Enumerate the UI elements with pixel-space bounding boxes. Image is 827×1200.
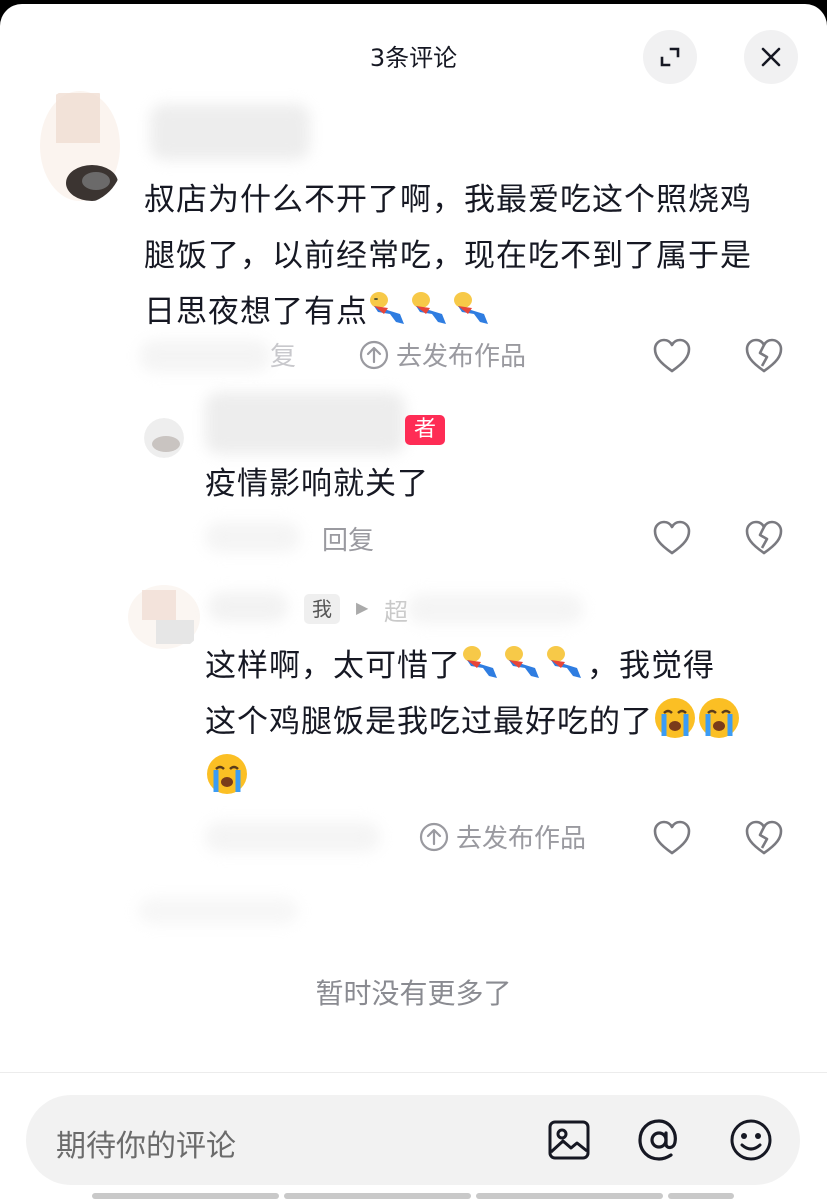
comment-text: 疫情影响就关了 [205,466,429,502]
publish-work-button[interactable]: 去发布作品 [418,818,586,855]
like-icon [653,820,691,855]
reply-label: 复 [270,342,297,372]
like-icon [653,338,691,373]
image-icon[interactable] [546,1117,592,1163]
me-tag: 我 [304,594,340,624]
comment-line [205,750,805,806]
comment-sheet: 3条评论 叔店为什么不开了啊，我最爱吃这个照烧鸡 腿饭了，以前经常吃，现在吃不到… [0,4,827,1200]
dislike-icon [745,820,783,855]
comment-line: 叔店为什么不开了啊，我最爱吃这个照烧鸡 [144,182,752,218]
home-indicator [668,1193,734,1199]
comment-text: 这样啊，太可惜了 ，我觉得 这个鸡腿饭是我吃过最好吃的了 [205,638,805,806]
dislike-button[interactable] [744,818,784,858]
blurred-expand-replies [138,898,298,924]
close-icon [761,47,781,67]
reply-button[interactable]: 复 [270,336,296,373]
publish-work-label: 去发布作品 [456,824,587,854]
at-icon[interactable] [636,1117,682,1163]
author-badge: 者 [405,415,446,445]
publish-icon [419,822,449,851]
dislike-button[interactable] [744,518,784,558]
avatar[interactable] [144,418,184,458]
avatar[interactable] [126,584,202,650]
no-more-note: 暂时没有更多了 [315,977,512,1010]
like-button[interactable] [652,818,692,858]
publish-icon [359,340,389,369]
dislike-icon [745,338,783,373]
comment-line: 腿饭了，以前经常吃，现在吃不到了属于是 [144,238,752,274]
lying-figure-emoji [505,646,539,678]
comment-text: 叔店为什么不开了啊，我最爱吃这个照烧鸡 腿饭了，以前经常吃，现在吃不到了属于是 … [144,172,804,340]
lying-figure-emoji [454,292,488,324]
publish-work-label: 去发布作品 [396,342,527,372]
close-button[interactable] [744,30,798,84]
reply-button[interactable]: 回复 [322,520,374,557]
comment-line: 这样啊，太可惜了 ，我觉得 [205,638,805,694]
like-button[interactable] [652,336,692,376]
reply-to-arrow-icon: ▶ [356,598,369,617]
comment-line: 这个鸡腿饭是我吃过最好吃的了 [205,694,805,750]
comment-input[interactable]: 期待你的评论 [26,1095,800,1185]
home-indicator [92,1193,279,1199]
blurred-reply-to-name [408,594,583,624]
emoji-icon[interactable] [728,1117,774,1163]
avatar[interactable] [36,88,122,204]
publish-work-button[interactable]: 去发布作品 [358,336,526,373]
lying-figure-emoji [370,292,404,324]
reply-to-name[interactable]: 超 [384,592,408,627]
blurred-timestamp [140,340,270,372]
reply-label: 回复 [322,526,375,556]
lying-figure-emoji [463,646,497,678]
like-icon [653,520,691,555]
home-indicator [284,1193,471,1199]
dislike-icon [745,520,783,555]
blurred-username [208,592,288,622]
blurred-username [205,392,405,454]
home-indicator [476,1193,663,1199]
comment-input-placeholder: 期待你的评论 [56,1129,236,1164]
crying-face-emoji [699,698,739,738]
expand-icon [660,47,680,67]
comment-count-title: 3条评论 [369,44,458,72]
crying-face-emoji [655,698,695,738]
blurred-timestamp [205,822,380,852]
blurred-timestamp [205,522,300,552]
expand-button[interactable] [643,30,697,84]
comment-input-bar: 期待你的评论 [0,1072,827,1200]
comment-line: 日思夜想了有点 [144,284,804,340]
lying-figure-emoji [547,646,581,678]
blurred-username [150,104,310,160]
dislike-button[interactable] [744,336,784,376]
lying-figure-emoji [412,292,446,324]
like-button[interactable] [652,518,692,558]
crying-face-emoji [207,754,247,794]
